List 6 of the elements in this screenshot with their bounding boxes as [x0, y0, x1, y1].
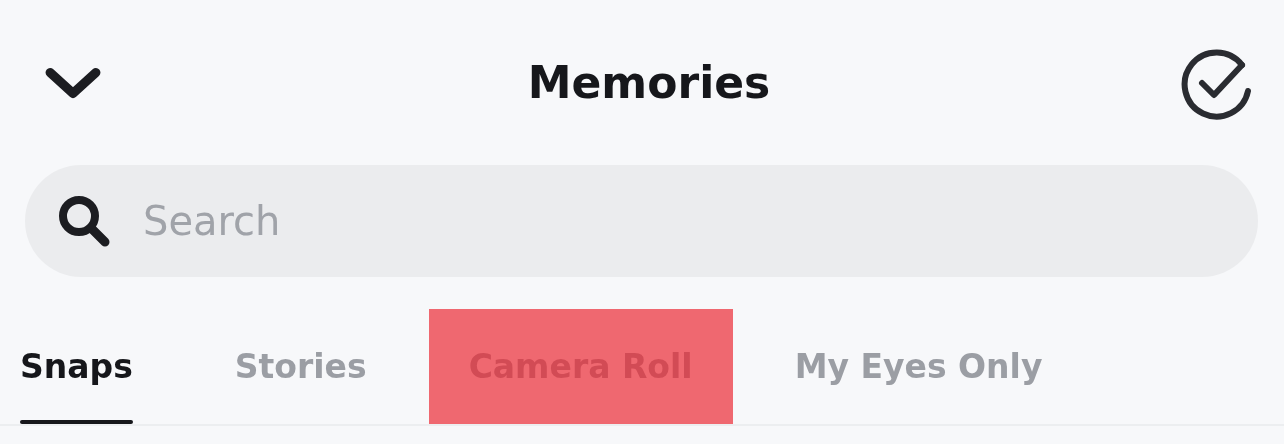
chevron-down-icon[interactable]	[44, 65, 102, 100]
tab[interactable]: Stories	[194, 309, 407, 424]
search-field[interactable]: Search	[25, 165, 1258, 277]
tab[interactable]: My Eyes Only	[754, 309, 1083, 424]
tab[interactable]: Snaps	[0, 309, 173, 424]
page-title: Memories	[527, 57, 771, 108]
